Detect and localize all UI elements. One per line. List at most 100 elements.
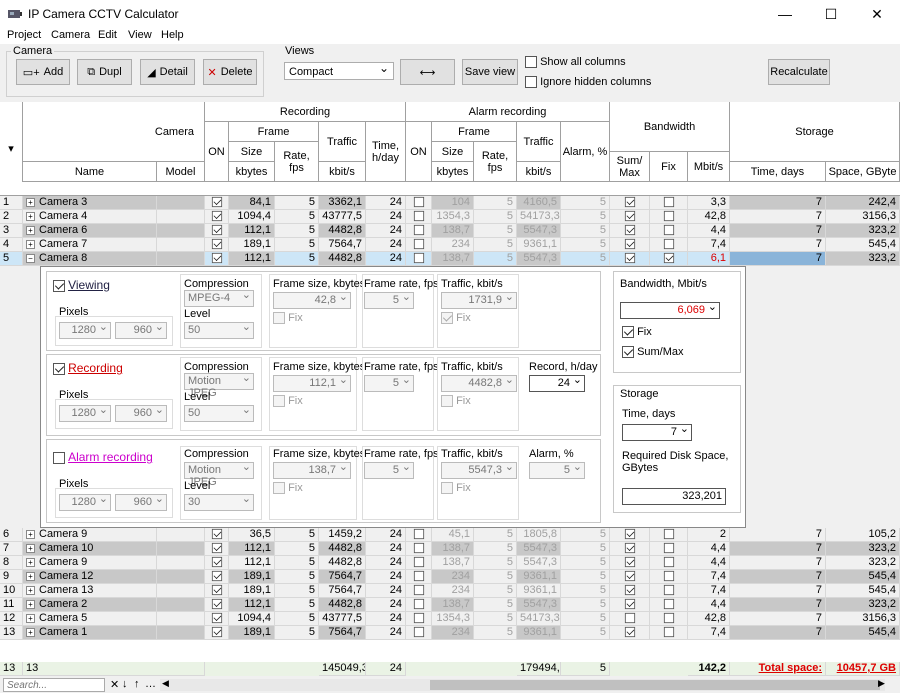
alarm-rate-cell[interactable]: 5 <box>474 570 517 584</box>
cell-checkbox[interactable] <box>624 224 635 236</box>
expand-icon[interactable]: + <box>26 529 35 539</box>
alarm-traffic-select[interactable]: 5547,3 <box>441 460 517 479</box>
expand-icon[interactable]: + <box>26 585 35 595</box>
cell-checkbox[interactable] <box>413 224 424 236</box>
maximize-icon[interactable]: ☐ <box>808 0 854 28</box>
recording-size-fix-checkbox[interactable]: Fix <box>273 395 303 408</box>
cell-checkbox[interactable] <box>624 570 635 582</box>
cell-checkbox[interactable] <box>413 210 424 222</box>
table-row[interactable]: 3 + Camera 6 112,1 5 4482,8 24 138,7 5 5547,3 5 4,4… <box>0 224 900 238</box>
recording-frame-rate-select[interactable]: 5 <box>364 373 414 392</box>
cell-checkbox[interactable] <box>211 542 222 554</box>
row-number[interactable]: 2 <box>0 210 23 224</box>
space-cell[interactable]: 323,2 <box>826 542 900 556</box>
mbit-cell[interactable]: 7,4 <box>688 570 730 584</box>
camera-name-cell[interactable]: + Camera 2 <box>23 598 157 612</box>
mbit-cell[interactable]: 4,4 <box>688 556 730 570</box>
header-time-days[interactable]: Time, days <box>730 162 826 182</box>
rec-time-cell[interactable]: 24 <box>366 528 406 542</box>
alarm-pct-cell[interactable]: 5 <box>561 196 610 210</box>
camera-model-cell[interactable] <box>157 626 205 640</box>
fix-cell[interactable] <box>650 252 688 266</box>
fix-cell[interactable] <box>650 598 688 612</box>
cell-checkbox[interactable] <box>211 224 222 236</box>
recalculate-button[interactable]: Recalculate <box>768 59 830 85</box>
alarm-traffic-cell[interactable]: 5547,3 <box>517 542 561 556</box>
fix-cell[interactable] <box>650 626 688 640</box>
alarm-traffic-cell[interactable]: 54173,3 <box>517 210 561 224</box>
alarm-rate-cell[interactable]: 5 <box>474 238 517 252</box>
fix-cell[interactable] <box>650 224 688 238</box>
cell-checkbox[interactable] <box>624 238 635 250</box>
row-number[interactable]: 13 <box>0 626 23 640</box>
cell-checkbox[interactable] <box>663 528 674 540</box>
rec-size-cell[interactable]: 1094,4 <box>229 612 275 626</box>
cell-checkbox[interactable] <box>624 556 635 568</box>
header-alarm-kbytes[interactable]: kbytes <box>432 162 474 182</box>
rec-time-cell[interactable]: 24 <box>366 224 406 238</box>
search-input[interactable] <box>3 678 105 692</box>
alarm-pct-cell[interactable]: 5 <box>561 210 610 224</box>
rec-size-cell[interactable]: 36,5 <box>229 528 275 542</box>
cell-checkbox[interactable] <box>413 556 424 568</box>
cell-checkbox[interactable] <box>413 252 424 264</box>
alarm-size-cell[interactable]: 1354,3 <box>432 612 474 626</box>
record-hday-select[interactable]: 24 <box>529 373 585 392</box>
camera-name-cell[interactable]: + Camera 13 <box>23 584 157 598</box>
bandwidth-fix-checkbox[interactable]: Fix <box>622 326 652 339</box>
row-number[interactable]: 9 <box>0 570 23 584</box>
alarm-pct-cell[interactable]: 5 <box>561 252 610 266</box>
rec-on-cell[interactable] <box>205 528 229 542</box>
alarm-rate-cell[interactable]: 5 <box>474 210 517 224</box>
row-number[interactable]: 4 <box>0 238 23 252</box>
table-row[interactable]: 5− Camera 8 112,1 5 4482,8 24 138,7 5 5547,3 5 6,1… <box>0 252 900 266</box>
viewing-compression-select[interactable]: MPEG-4 <box>184 288 254 307</box>
alarm-traffic-cell[interactable]: 5547,3 <box>517 252 561 266</box>
rec-size-cell[interactable]: 112,1 <box>229 542 275 556</box>
alarm-traffic-cell[interactable]: 5547,3 <box>517 598 561 612</box>
table-row[interactable]: 2 + Camera 4 1094,4 5 43777,5 24 1354,3 5 54173,3… <box>0 210 900 224</box>
mbit-cell[interactable]: 42,8 <box>688 210 730 224</box>
camera-model-cell[interactable] <box>157 542 205 556</box>
cell-checkbox[interactable] <box>624 626 635 638</box>
rec-on-cell[interactable] <box>205 238 229 252</box>
rec-rate-cell[interactable]: 5 <box>275 528 319 542</box>
cell-checkbox[interactable] <box>663 598 674 610</box>
rec-traffic-cell[interactable]: 1459,2 <box>319 528 366 542</box>
recording-link[interactable]: Recording <box>68 361 123 375</box>
rec-rate-cell[interactable]: 5 <box>275 238 319 252</box>
header-rec-rate[interactable]: Rate, fps <box>275 142 319 182</box>
days-cell[interactable]: 7 <box>730 598 826 612</box>
cell-checkbox[interactable] <box>413 626 424 638</box>
cell-checkbox[interactable] <box>413 196 424 208</box>
cell-checkbox[interactable] <box>663 196 674 208</box>
cell-checkbox[interactable] <box>624 584 635 596</box>
alarm-traffic-cell[interactable]: 4160,5 <box>517 196 561 210</box>
cell-checkbox[interactable] <box>663 238 674 250</box>
alarm-rate-cell[interactable]: 5 <box>474 556 517 570</box>
rec-time-cell[interactable]: 24 <box>366 238 406 252</box>
header-mbits[interactable]: Mbit/s <box>688 152 730 182</box>
table-row[interactable]: 11 + Camera 2 112,1 5 4482,8 24 138,7 5 5547,3 5 4,… <box>0 598 900 612</box>
search-more-icon[interactable]: … <box>145 678 156 690</box>
days-cell[interactable]: 7 <box>730 584 826 598</box>
header-model[interactable]: Model <box>157 162 205 182</box>
alarm-size-cell[interactable]: 234 <box>432 238 474 252</box>
show-all-columns-checkbox[interactable]: Show all columns <box>525 56 626 69</box>
cell-checkbox[interactable] <box>663 612 674 624</box>
alarm-width-select[interactable]: 1280 <box>59 492 111 511</box>
rec-time-cell[interactable]: 24 <box>366 598 406 612</box>
camera-name-cell[interactable]: + Camera 10 <box>23 542 157 556</box>
header-rec-time[interactable]: Time, h/day <box>366 122 406 182</box>
cell-checkbox[interactable] <box>663 584 674 596</box>
rec-time-cell[interactable]: 24 <box>366 626 406 640</box>
expand-icon[interactable]: + <box>26 599 35 609</box>
alarm-size-cell[interactable]: 234 <box>432 584 474 598</box>
save-view-button[interactable]: Save view <box>462 59 518 85</box>
rec-traffic-cell[interactable]: 43777,5 <box>319 210 366 224</box>
camera-model-cell[interactable] <box>157 224 205 238</box>
alarm-traffic-cell[interactable]: 9361,1 <box>517 570 561 584</box>
camera-name-cell[interactable]: + Camera 9 <box>23 528 157 542</box>
summax-cell[interactable] <box>610 570 650 584</box>
alarm-pct-cell[interactable]: 5 <box>561 584 610 598</box>
